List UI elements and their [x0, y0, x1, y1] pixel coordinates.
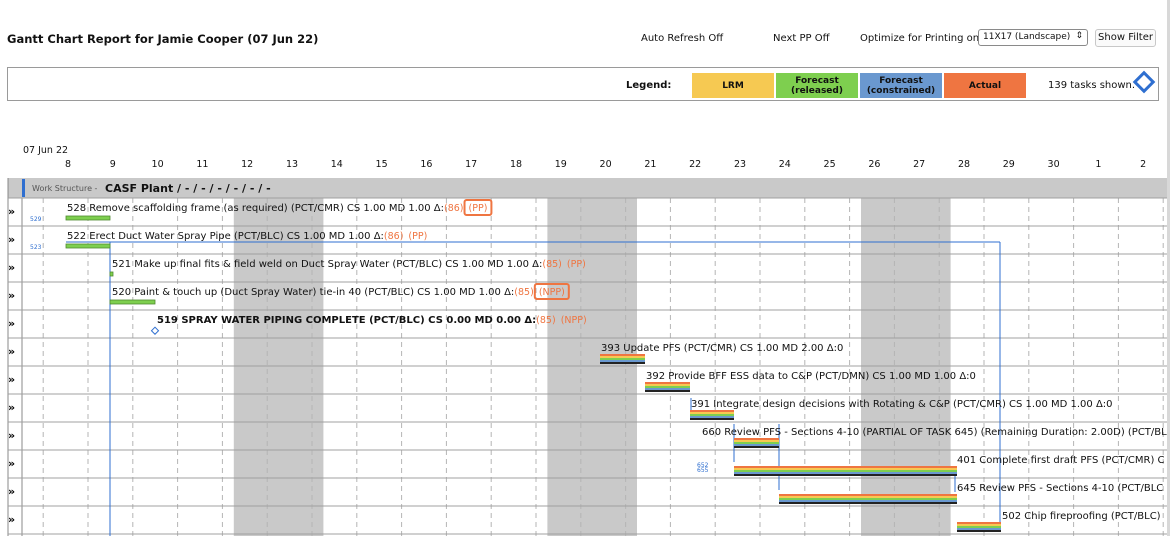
row-expand-icon[interactable]: » [8, 513, 15, 526]
task-label: 393 Update PFS (PCT/CMR) CS 1.00 MD 2.00… [601, 343, 843, 354]
work-structure-marker [22, 179, 25, 197]
row-expand-icon[interactable]: » [8, 373, 15, 386]
task-bar[interactable] [65, 215, 111, 221]
task-bar-stripe[interactable] [645, 382, 690, 384]
task-label: 521 Make up final fits & field weld on D… [112, 259, 542, 270]
task-bar-stripe[interactable] [957, 522, 1001, 524]
task-bar[interactable] [109, 271, 114, 277]
row-expand-icon[interactable]: » [8, 205, 15, 218]
task-label: 645 Review PFS - Sections 4-10 (PCT/BLC [957, 483, 1163, 494]
task-bar-stripe[interactable] [734, 438, 779, 440]
row-expand-icon[interactable]: » [8, 429, 15, 442]
task-label: 519 SPRAY WATER PIPING COMPLETE (PCT/BLC… [157, 315, 536, 326]
task-label: 660 Review PFS - Sections 4-10 (PARTIAL … [702, 427, 1167, 438]
task-label: 502 Chip fireproofing (PCT/BLC) [1002, 511, 1161, 522]
task-label: 391 Integrate design decisions with Rota… [691, 399, 1113, 410]
task-flag: (NPP) [561, 315, 587, 326]
task-bar-stripe[interactable] [734, 472, 957, 474]
milestone-diamond-icon[interactable] [150, 326, 160, 335]
task-bar-stripe[interactable] [779, 498, 957, 500]
task-bar-stripe[interactable] [690, 410, 734, 412]
row-expand-icon[interactable]: » [8, 401, 15, 414]
task-bar-stripe[interactable] [734, 468, 957, 470]
row-expand-icon[interactable]: » [8, 485, 15, 498]
weekend-shade [233, 198, 324, 536]
task-bar-stripe[interactable] [734, 470, 957, 472]
row-expand-icon[interactable]: » [8, 261, 15, 274]
task-flag: (PP) [408, 231, 427, 242]
row-expand-icon[interactable]: » [8, 233, 15, 246]
task-bar-stripe[interactable] [779, 500, 957, 502]
task-bar-stripe[interactable] [734, 444, 779, 446]
task-delta: (86) [384, 231, 404, 242]
task-bar[interactable] [65, 243, 111, 249]
task-bar-stripe[interactable] [600, 354, 645, 356]
task-label: 528 Remove scaffolding frame (as require… [67, 203, 444, 214]
task-bar-stripe[interactable] [645, 388, 690, 390]
task-bar-stripe[interactable] [734, 466, 957, 468]
task-bar-stripe[interactable] [734, 440, 779, 442]
task-bar-stripe[interactable] [957, 524, 1001, 526]
task-bar-stripe[interactable] [734, 474, 957, 476]
task-bar-stripe[interactable] [690, 414, 734, 416]
task-bar-stripe[interactable] [690, 418, 734, 420]
task-bar-stripe[interactable] [734, 446, 779, 448]
task-delta: (85) [542, 259, 562, 270]
task-label: 522 Erect Duct Water Spray Pipe (PCT/BLC… [67, 231, 384, 242]
row-expand-icon[interactable]: » [8, 289, 15, 302]
task-bar-stripe[interactable] [645, 386, 690, 388]
row-expand-icon[interactable]: » [8, 457, 15, 470]
work-structure-name: CASF Plant / - / - / - / - / - / - [105, 182, 271, 195]
task-delta: (86) [444, 203, 464, 214]
task-bar-stripe[interactable] [600, 356, 645, 358]
task-bar-stripe[interactable] [645, 390, 690, 392]
row-expand-icon[interactable]: » [8, 345, 15, 358]
task-bar-stripe[interactable] [690, 416, 734, 418]
task-bar[interactable] [109, 299, 156, 305]
row-expand-icon[interactable]: » [8, 317, 15, 330]
work-structure-label: Work Structure - [32, 184, 98, 193]
task-delta: (85) [514, 287, 534, 298]
task-bar-stripe[interactable] [690, 412, 734, 414]
task-label: 401 Complete first draft PFS (PCT/CMR) C [957, 455, 1165, 466]
task-label: 392 Provide BFF ESS data to C&P (PCT/DMN… [646, 371, 976, 382]
weekend-shade [547, 198, 637, 536]
task-bar-stripe[interactable] [645, 384, 690, 386]
task-bar-stripe[interactable] [600, 360, 645, 362]
predecessor-id: 529 [30, 216, 42, 223]
weekend-shade [861, 198, 951, 536]
task-bar-stripe[interactable] [957, 530, 1001, 532]
task-bar-stripe[interactable] [779, 494, 957, 496]
task-label: 520 Paint & touch up (Duct Spray Water) … [112, 287, 514, 298]
predecessor-id: 655 [697, 467, 709, 474]
task-flag: (PP) [567, 259, 586, 270]
task-bar-stripe[interactable] [779, 502, 957, 504]
task-delta: (85) [536, 315, 556, 326]
gantt-chart: Work Structure - CASF Plant / - / - / - /… [7, 0, 1170, 536]
task-bar-stripe[interactable] [600, 358, 645, 360]
task-bar-stripe[interactable] [957, 528, 1001, 530]
task-bar-stripe[interactable] [734, 442, 779, 444]
task-bar-stripe[interactable] [600, 362, 645, 364]
task-bar-stripe[interactable] [779, 496, 957, 498]
task-flag: (PP) [469, 203, 488, 214]
task-bar-stripe[interactable] [957, 526, 1001, 528]
predecessor-id: 523 [30, 244, 42, 251]
task-flag: (NPP) [539, 287, 565, 298]
